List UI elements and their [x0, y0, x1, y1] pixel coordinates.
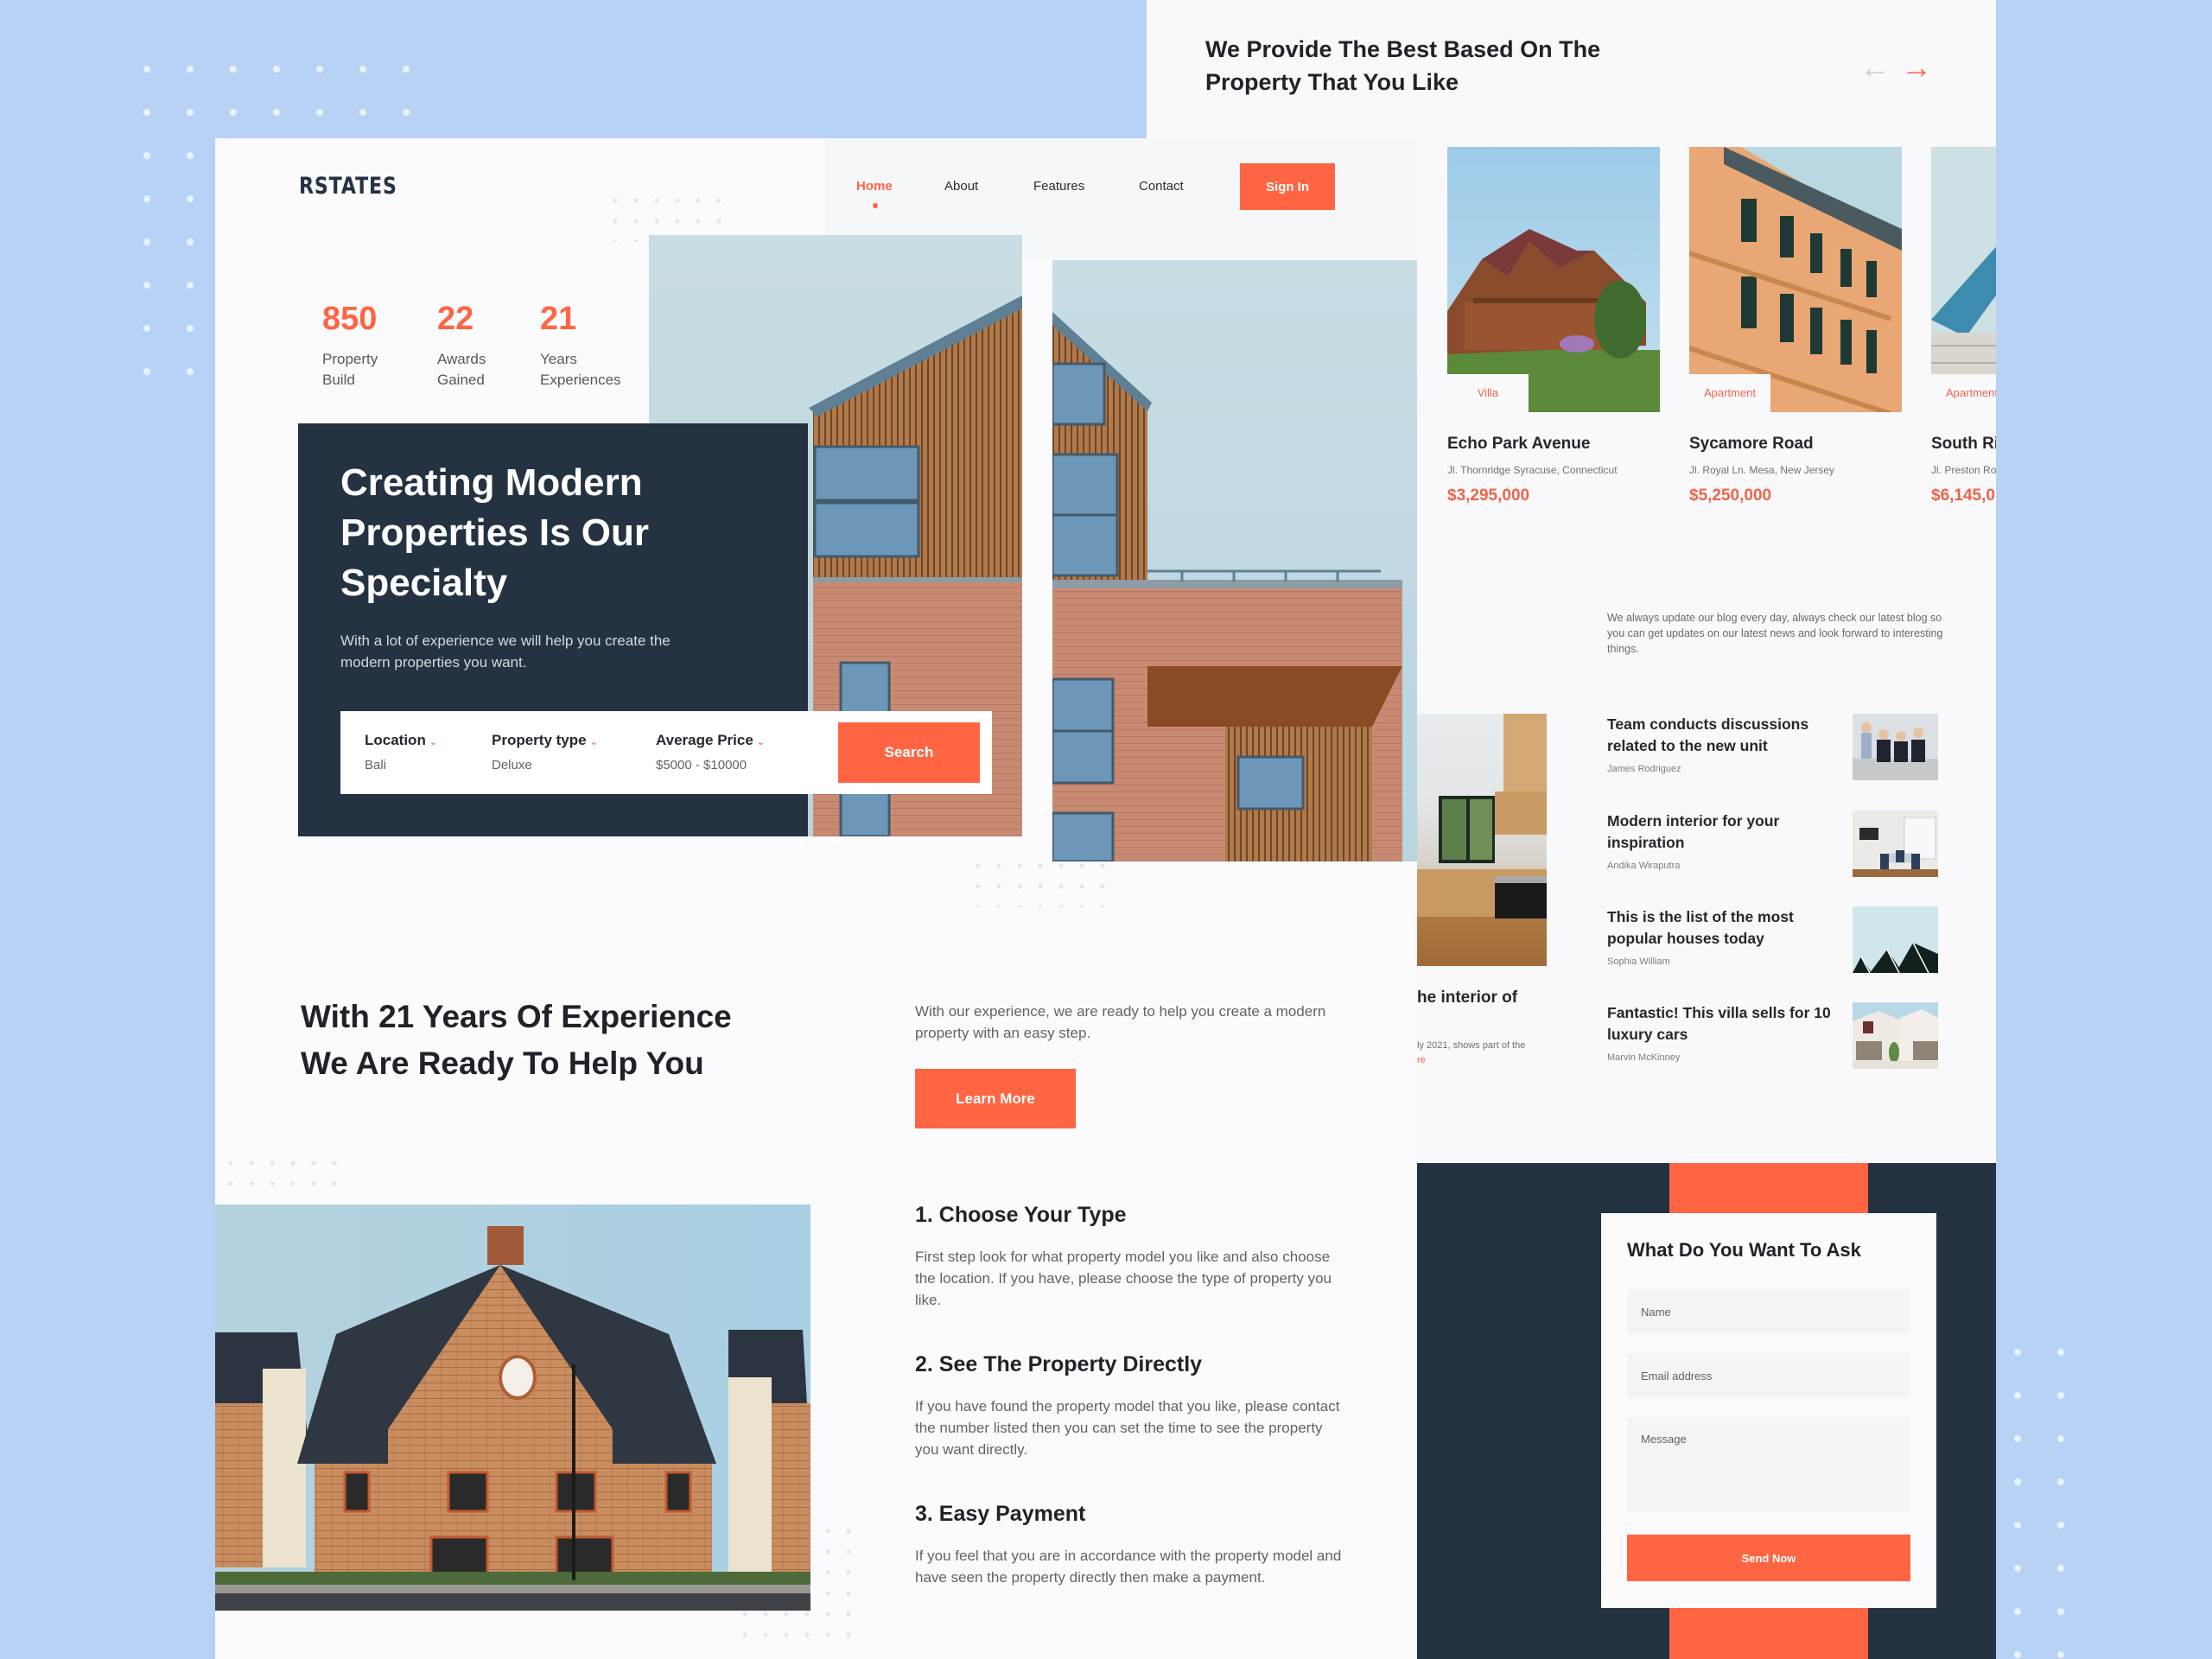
- decorative-dots: [605, 190, 726, 242]
- arrow-left-icon[interactable]: ←: [1859, 52, 1891, 83]
- property-card[interactable]: Villa Echo Park Avenue Jl. Thornridge Sy…: [1447, 147, 1660, 505]
- property-name: Echo Park Avenue: [1447, 435, 1591, 453]
- nav-link-about[interactable]: About: [944, 179, 978, 194]
- email-input[interactable]: [1627, 1353, 1910, 1398]
- property-price: $3,295,000: [1447, 486, 1530, 505]
- property-search-bar: Location ⌄ Bali Property type ⌄ Deluxe Ave…: [340, 711, 992, 794]
- blog-item-thumbnail: [1853, 1002, 1938, 1069]
- experience-title: With 21 Years Of Experience We Are Ready…: [301, 999, 732, 1081]
- decorative-dots: [125, 134, 212, 393]
- average-price-dropdown[interactable]: Average Price ⌄ $5000 - $10000: [656, 732, 765, 772]
- property-price: $6,145,0: [1931, 486, 1995, 505]
- chevron-down-icon: ⌄: [756, 737, 765, 747]
- property-name: Sycamore Road: [1689, 435, 1814, 453]
- step-title: 3. Easy Payment: [915, 1502, 1086, 1526]
- learn-more-button[interactable]: Learn More: [915, 1069, 1076, 1128]
- decorative-dots: [220, 1153, 350, 1194]
- blog-featured-photo[interactable]: [1417, 714, 1547, 966]
- sign-in-button[interactable]: Sign In: [1240, 163, 1335, 210]
- property-type-label[interactable]: Property type ⌄: [492, 732, 598, 749]
- property-tag: Apartment: [1689, 374, 1770, 412]
- stat-value: 850: [322, 301, 378, 337]
- location-label[interactable]: Location ⌄: [365, 732, 437, 749]
- blog-item-thumbnail: [1853, 810, 1938, 877]
- blog-item-title: This is the list of the most popular hou…: [1607, 908, 1794, 947]
- nav-link-home[interactable]: Home: [856, 179, 893, 194]
- blog-list-item[interactable]: This is the list of the most popular hou…: [1607, 906, 1938, 974]
- step-description: If you feel that you are in accordance w…: [915, 1548, 1342, 1586]
- blog-list-item[interactable]: Modern interior for your inspiration And…: [1607, 810, 1938, 878]
- nav-link-features[interactable]: Features: [1033, 179, 1084, 194]
- stat-label: Years Experiences: [540, 351, 621, 388]
- decorative-dots: [1996, 1331, 2082, 1659]
- blog-featured-title[interactable]: he interior of: [1417, 988, 1517, 1007]
- hero-title: Creating Modern Properties Is Our Specia…: [340, 461, 650, 604]
- blog-item-thumbnail: [1853, 714, 1938, 780]
- property-card[interactable]: Apartment South Ri Jl. Preston Ro $6,145…: [1931, 147, 1996, 505]
- chevron-down-icon: ⌄: [429, 737, 438, 747]
- step-title: 2. See The Property Directly: [915, 1352, 1203, 1376]
- property-card[interactable]: Apartment Sycamore Road Jl. Royal Ln. Me…: [1689, 147, 1902, 505]
- nav-link-contact[interactable]: Contact: [1139, 179, 1184, 194]
- stat-value: 22: [437, 301, 474, 337]
- step-description: If you have found the property model tha…: [915, 1398, 1340, 1458]
- stat-label: Property Build: [322, 351, 378, 388]
- name-input[interactable]: [1627, 1289, 1910, 1334]
- property-type-dropdown[interactable]: Property type ⌄ Deluxe: [492, 732, 598, 772]
- arrow-right-icon[interactable]: →: [1901, 52, 1932, 83]
- property-photo-villa: Villa: [1447, 147, 1660, 412]
- blog-read-more-link[interactable]: re: [1417, 1055, 1426, 1065]
- contact-form: What Do You Want To Ask Send Now: [1601, 1213, 1936, 1608]
- search-button[interactable]: Search: [838, 722, 980, 783]
- hero-subtitle: With a lot of experience we will help yo…: [340, 632, 671, 671]
- property-name: South Ri: [1931, 435, 1996, 453]
- property-price: $5,250,000: [1689, 486, 1772, 505]
- blog-list-item[interactable]: Team conducts discussions related to the…: [1607, 714, 1938, 781]
- hero-building-photo-right: [1052, 260, 1417, 861]
- property-type-value: Deluxe: [492, 758, 532, 772]
- decorative-dots: [968, 855, 1106, 907]
- location-value: Bali: [365, 758, 387, 772]
- blog-item-title: Team conducts discussions related to the…: [1607, 715, 1809, 754]
- send-now-button[interactable]: Send Now: [1627, 1535, 1910, 1581]
- property-tag: Villa: [1447, 374, 1529, 412]
- properties-section-title: We Provide The Best Based On The Propert…: [1205, 36, 1601, 95]
- contact-form-title: What Do You Want To Ask: [1627, 1239, 1861, 1261]
- average-price-value: $5000 - $10000: [656, 758, 747, 772]
- brand-logo[interactable]: RSTATES: [299, 173, 397, 200]
- property-tag: Apartment: [1931, 374, 1996, 412]
- blog-intro: We always update our blog every day, alw…: [1607, 612, 1943, 655]
- location-dropdown[interactable]: Location ⌄ Bali: [365, 732, 437, 772]
- step-description: First step look for what property model …: [915, 1249, 1332, 1308]
- blog-item-title: Modern interior for your inspiration: [1607, 812, 1780, 851]
- blog-item-thumbnail: [1853, 906, 1938, 974]
- experience-subtitle: With our experience, we are ready to hel…: [915, 1003, 1326, 1041]
- property-address: Jl. Thornridge Syracuse, Connecticut: [1447, 464, 1618, 476]
- blog-item-title: Fantastic! This villa sells for 10 luxur…: [1607, 1004, 1831, 1043]
- stat-value: 21: [540, 301, 577, 337]
- step-title: 1. Choose Your Type: [915, 1203, 1127, 1227]
- blog-list-item[interactable]: Fantastic! This villa sells for 10 luxur…: [1607, 1002, 1938, 1070]
- brick-house-photo: [215, 1205, 810, 1611]
- property-address: Jl. Royal Ln. Mesa, New Jersey: [1689, 464, 1835, 476]
- average-price-label[interactable]: Average Price ⌄: [656, 732, 765, 749]
- property-address: Jl. Preston Ro: [1931, 464, 1996, 476]
- stat-label: Awards Gained: [437, 351, 486, 388]
- property-photo-apartment: Apartment: [1689, 147, 1902, 412]
- message-textarea[interactable]: [1627, 1417, 1910, 1512]
- decorative-dots: [125, 48, 428, 134]
- active-indicator-dot: [873, 203, 878, 208]
- property-photo-apartment: Apartment: [1931, 147, 1996, 412]
- chevron-down-icon: ⌄: [589, 737, 598, 747]
- blog-featured-desc: ly 2021, shows part of the: [1417, 1040, 1526, 1051]
